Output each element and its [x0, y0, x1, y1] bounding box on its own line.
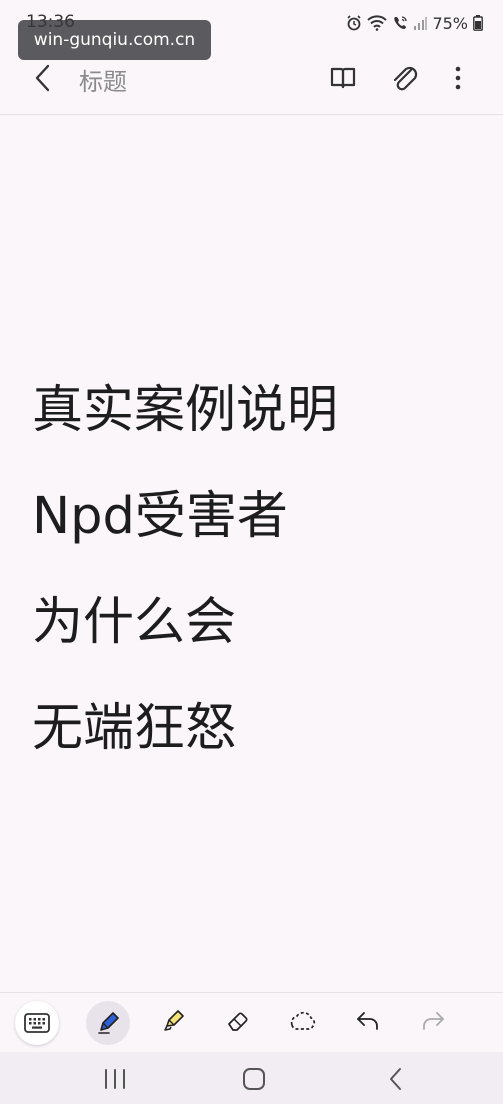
note-line: 真实案例说明 [32, 381, 339, 440]
app-bar: 标题 [0, 48, 503, 108]
more-options-icon[interactable] [440, 60, 476, 96]
back-arrow-icon[interactable] [28, 58, 62, 98]
redo-icon[interactable] [412, 1000, 454, 1042]
note-line: 无端狂怒 [32, 699, 237, 758]
pen-icon[interactable] [86, 1001, 130, 1045]
battery-text: 75% [432, 13, 468, 33]
note-line: 为什么会 [32, 593, 237, 652]
status-icons: 75% [346, 12, 483, 34]
home-icon[interactable] [236, 1064, 272, 1094]
drawing-toolbar [0, 992, 503, 1051]
battery-icon [473, 15, 483, 31]
eraser-icon[interactable] [217, 1000, 259, 1042]
book-icon[interactable] [325, 60, 361, 96]
system-nav-bar [0, 1052, 503, 1104]
lasso-select-icon[interactable] [282, 1000, 324, 1042]
note-content[interactable]: 真实案例说明 Npd受害者 为什么会 无端狂怒 [32, 358, 492, 782]
wifi-calling-icon [392, 15, 408, 31]
keyboard-icon[interactable] [15, 1001, 59, 1045]
page-title[interactable]: 标题 [79, 62, 127, 97]
undo-icon[interactable] [347, 1000, 389, 1042]
wifi-icon [367, 15, 388, 31]
highlighter-icon[interactable] [152, 1000, 194, 1042]
note-line: Npd受害者 [32, 487, 288, 546]
paperclip-icon[interactable] [387, 60, 423, 96]
alarm-icon [346, 15, 362, 31]
back-icon[interactable] [379, 1064, 415, 1094]
recent-apps-icon[interactable] [97, 1064, 133, 1094]
signal-icon [413, 16, 428, 30]
app-bar-divider [0, 114, 503, 115]
